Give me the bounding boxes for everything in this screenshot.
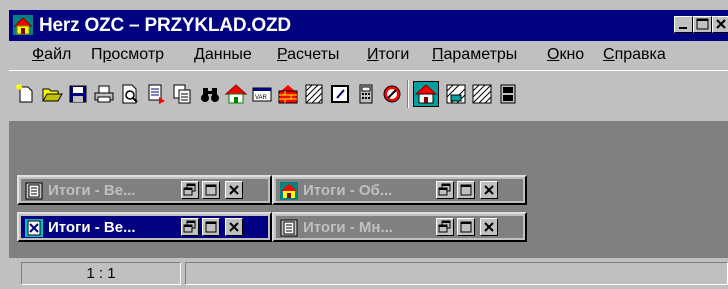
maximize-button[interactable] xyxy=(457,181,475,199)
mdi-workspace: Итоги - Ве... Итоги - Об... Итоги - Ве..… xyxy=(9,121,728,258)
document-icon xyxy=(280,219,298,237)
stop-icon[interactable] xyxy=(381,83,403,105)
window-grid-icon[interactable] xyxy=(445,83,467,105)
door-icon[interactable] xyxy=(497,83,519,105)
insulation-icon[interactable] xyxy=(471,83,493,105)
menu-help[interactable]: Справка xyxy=(603,46,666,64)
variants-icon[interactable]: VAR xyxy=(251,83,273,105)
minimized-title: Итоги - Ве... xyxy=(48,182,136,199)
document-icon xyxy=(25,182,43,200)
minimize-button[interactable] xyxy=(674,16,693,33)
minimized-caption: Итоги - Мн... xyxy=(276,216,523,238)
calculator-icon[interactable] xyxy=(355,83,377,105)
menu-file[interactable]: Файл xyxy=(32,46,71,64)
house-icon xyxy=(280,182,298,200)
restore-icon xyxy=(438,220,451,233)
window-title: Herz OZC – PRZYKLAD.OZD xyxy=(39,15,291,36)
restore-icon xyxy=(438,183,451,196)
close-icon xyxy=(716,19,726,29)
minimized-window-results-2[interactable]: Итоги - Об... xyxy=(272,175,527,205)
maximize-button[interactable] xyxy=(202,181,220,199)
wall-icon[interactable] xyxy=(277,83,299,105)
close-button[interactable] xyxy=(225,181,243,199)
new-file-icon[interactable] xyxy=(15,83,37,105)
close-button[interactable] xyxy=(480,218,498,236)
maximize-icon xyxy=(460,221,472,233)
close-button[interactable] xyxy=(712,16,728,33)
binoculars-icon[interactable] xyxy=(199,83,221,105)
minimized-title: Итоги - Мн... xyxy=(303,219,393,236)
maximize-icon xyxy=(460,184,472,196)
main-window: Herz OZC – PRZYKLAD.OZD Файл Просмотр Да… xyxy=(0,0,728,289)
building-icon[interactable] xyxy=(413,81,439,107)
house-icon[interactable] xyxy=(225,83,247,105)
restore-icon xyxy=(183,220,196,233)
minimized-window-results-1[interactable]: Итоги - Ве... xyxy=(17,175,272,205)
maximize-icon xyxy=(205,184,217,196)
minimized-caption: Итоги - Ве... xyxy=(21,216,268,238)
close-button[interactable] xyxy=(480,181,498,199)
minimized-caption: Итоги - Ве... xyxy=(21,179,268,201)
menu-bar: Файл Просмотр Данные Расчеты Итоги Парам… xyxy=(9,41,728,70)
maximize-button[interactable] xyxy=(202,218,220,236)
export-icon[interactable] xyxy=(145,83,167,105)
restore-button[interactable] xyxy=(181,181,199,199)
close-icon xyxy=(229,222,239,232)
restore-button[interactable] xyxy=(436,181,454,199)
print-icon[interactable] xyxy=(93,83,115,105)
open-folder-icon[interactable] xyxy=(41,83,63,105)
minimized-title: Итоги - Об... xyxy=(303,182,393,199)
results-icon xyxy=(25,219,43,237)
menu-parameters[interactable]: Параметры xyxy=(432,46,517,64)
toolbar: VAR xyxy=(9,70,728,121)
restore-icon xyxy=(183,183,196,196)
menu-view[interactable]: Просмотр xyxy=(91,46,164,64)
maximize-icon xyxy=(205,221,217,233)
svg-text:VAR: VAR xyxy=(255,95,268,101)
minimized-window-results-3[interactable]: Итоги - Ве... xyxy=(17,212,272,242)
close-button[interactable] xyxy=(225,218,243,236)
restore-icon xyxy=(696,18,709,30)
print-preview-icon[interactable] xyxy=(119,83,141,105)
toolbar-separator xyxy=(407,80,409,108)
menu-results[interactable]: Итоги xyxy=(367,46,409,64)
close-icon xyxy=(229,185,239,195)
menu-window[interactable]: Окно xyxy=(547,46,584,64)
restore-button[interactable] xyxy=(693,16,712,33)
copy-icon[interactable] xyxy=(171,83,193,105)
title-bar[interactable]: Herz OZC – PRZYKLAD.OZD xyxy=(9,10,728,41)
hatched-layer-icon[interactable] xyxy=(303,83,325,105)
minimize-icon xyxy=(679,27,687,29)
minimized-window-results-4[interactable]: Итоги - Мн... xyxy=(272,212,527,242)
restore-button[interactable] xyxy=(436,218,454,236)
maximize-button[interactable] xyxy=(457,218,475,236)
status-scale: 1 : 1 xyxy=(21,262,181,285)
close-icon xyxy=(484,222,494,232)
minimized-caption: Итоги - Об... xyxy=(276,179,523,201)
app-icon[interactable] xyxy=(13,15,33,35)
restore-button[interactable] xyxy=(181,218,199,236)
menu-data[interactable]: Данные xyxy=(194,46,252,64)
save-icon[interactable] xyxy=(67,83,89,105)
status-bar: 1 : 1 xyxy=(9,258,728,289)
edit-window-icon[interactable] xyxy=(329,83,351,105)
close-icon xyxy=(484,185,494,195)
status-message xyxy=(185,262,728,285)
menu-calculations[interactable]: Расчеты xyxy=(277,46,339,64)
minimized-title: Итоги - Ве... xyxy=(48,219,136,236)
